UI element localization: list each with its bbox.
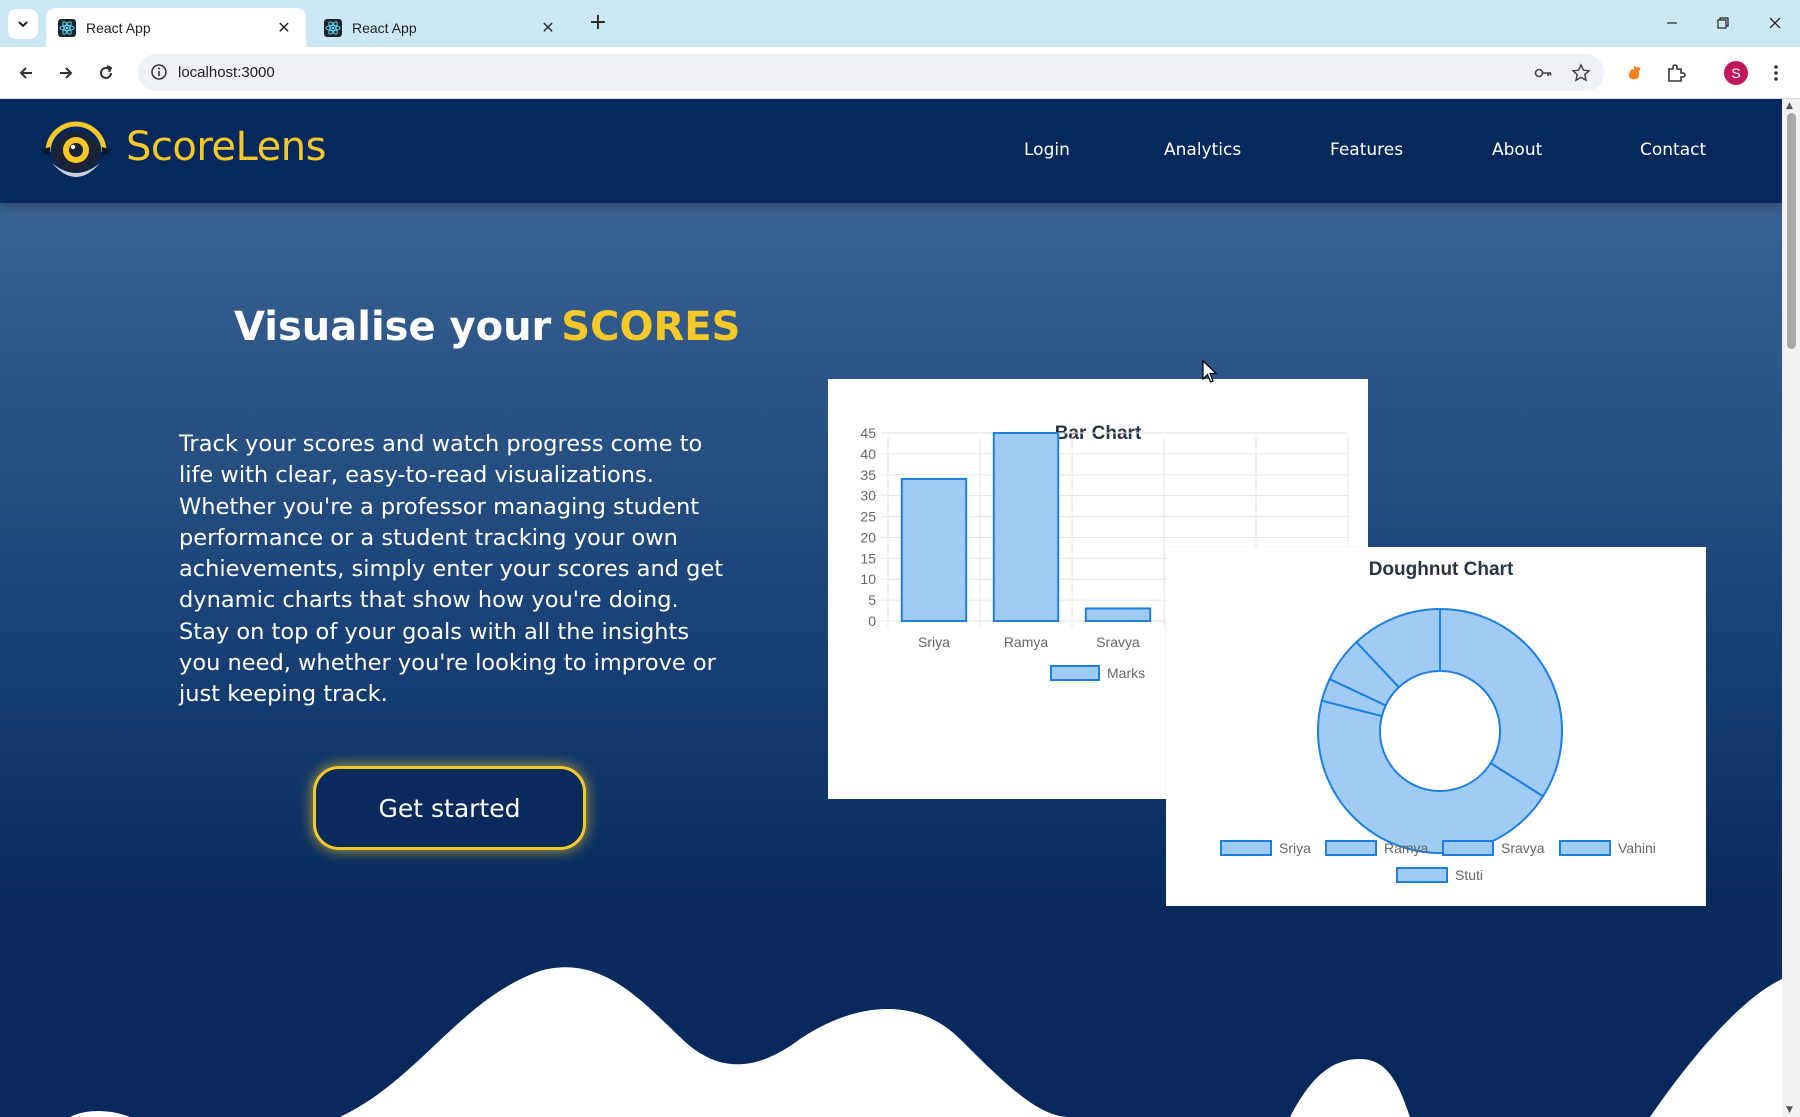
legend-label: Ramya (1384, 840, 1429, 856)
reload-button[interactable] (92, 59, 120, 87)
nav-link-login[interactable]: Login (1024, 140, 1070, 160)
chevron-down-icon (18, 21, 28, 28)
reload-icon (100, 65, 113, 79)
bar (900, 477, 968, 623)
x-tick-label: Ramya (1004, 634, 1049, 650)
puzzle-piece-icon (1668, 64, 1686, 82)
legend-swatch (1442, 840, 1494, 856)
brand-name[interactable]: ScoreLens (126, 124, 326, 170)
browser-tab-bar: React App ✕ React App ✕ + (0, 0, 1800, 47)
legend-label: Vahini (1618, 840, 1656, 856)
arrow-left-icon (19, 67, 32, 79)
hero-title: Visualise your SCORES (234, 304, 740, 350)
mouse-pointer-icon (1202, 360, 1218, 383)
profile-avatar[interactable]: S (1722, 59, 1750, 87)
y-tick-label: 30 (860, 488, 876, 504)
hero-description: Track your scores and watch progress com… (179, 431, 724, 708)
forward-button[interactable] (52, 59, 80, 87)
scorelens-logo-icon[interactable] (38, 119, 114, 185)
browser-toolbar: localhost:3000 S (0, 47, 1800, 99)
minimize-icon (1667, 22, 1677, 24)
tab-title: React App (86, 19, 151, 36)
react-favicon-icon (58, 18, 76, 37)
tab-react-app[interactable]: React App ✕ (312, 8, 570, 47)
doughnut-chart-card: Doughnut Chart Sriya Ramya Sravya Vahini Stut… (1166, 547, 1706, 906)
get-started-button[interactable]: Get started (313, 766, 586, 850)
restore-button[interactable] (1700, 8, 1746, 38)
legend-label: Stuti (1455, 867, 1483, 883)
chart-title: Doughnut Chart (1369, 559, 1514, 580)
extension-button[interactable] (1620, 59, 1648, 87)
hero-title-accent: SCORES (561, 304, 741, 350)
y-tick-label: 35 (860, 467, 876, 483)
legend-label: Sriya (1279, 840, 1311, 856)
hero-title-prefix: Visualise your (234, 304, 552, 350)
address-bar[interactable]: localhost:3000 (138, 54, 1604, 91)
y-tick-label: 20 (860, 529, 876, 545)
tab-search-button[interactable] (8, 9, 38, 39)
bar (992, 432, 1060, 622)
tab-react-app-active[interactable]: React App ✕ (46, 8, 306, 47)
legend-swatch (1050, 665, 1100, 681)
x-tick-label: Sriya (918, 634, 950, 650)
y-tick-label: 25 (860, 509, 876, 525)
bookmark-star-icon[interactable] (1570, 62, 1592, 84)
scrollbar-thumb[interactable] (1787, 113, 1796, 349)
arrow-right-icon (60, 67, 73, 79)
decorative-waves (0, 967, 1782, 1117)
nav-link-contact[interactable]: Contact (1640, 140, 1706, 160)
nav-link-analytics[interactable]: Analytics (1164, 140, 1241, 160)
y-tick-label: 5 (868, 592, 876, 608)
url-text: localhost:3000 (178, 64, 275, 81)
new-tab-button[interactable]: + (584, 10, 612, 38)
close-tab-icon[interactable]: ✕ (274, 18, 294, 38)
browser-menu-button[interactable] (1762, 59, 1790, 87)
restore-icon (1717, 17, 1729, 29)
bar (1084, 607, 1152, 622)
y-tick-label: 45 (860, 425, 876, 441)
legend-swatch (1396, 867, 1448, 883)
doughnut-slice (1439, 607, 1563, 798)
legend-swatch (1559, 840, 1611, 856)
close-tab-icon[interactable]: ✕ (538, 18, 558, 38)
legend-swatch (1325, 840, 1377, 856)
extension-flame-icon (1628, 65, 1640, 80)
y-tick-label: 15 (860, 550, 876, 566)
react-favicon-icon (324, 18, 342, 37)
password-key-icon[interactable] (1532, 62, 1554, 84)
doughnut-chart: Doughnut Chart Sriya Ramya Sravya Vahini Stut… (1220, 559, 1656, 883)
minimize-button[interactable] (1649, 8, 1695, 38)
y-tick-label: 0 (868, 613, 876, 629)
extensions-menu-button[interactable] (1662, 59, 1690, 87)
y-tick-label: 10 (860, 571, 876, 587)
close-window-button[interactable] (1752, 8, 1798, 38)
back-button[interactable] (12, 59, 40, 87)
nav-link-features[interactable]: Features (1330, 140, 1403, 160)
tab-title: React App (352, 19, 417, 36)
site-info-icon[interactable] (150, 63, 168, 81)
scroll-down-arrow-icon[interactable]: ▼ (1786, 1105, 1793, 1115)
kebab-menu-icon (1774, 65, 1778, 81)
legend-label: Marks (1107, 665, 1145, 681)
profile-initial: S (1724, 61, 1748, 85)
x-tick-label: Sravya (1096, 634, 1140, 650)
page-viewport: ScoreLens Login Analytics Features About… (0, 99, 1782, 1117)
legend-label: Sravya (1501, 840, 1545, 856)
site-navbar: ScoreLens Login Analytics Features About… (0, 99, 1782, 203)
legend-swatch (1220, 840, 1272, 856)
scroll-up-arrow-icon[interactable]: ▲ (1786, 101, 1793, 111)
nav-link-about[interactable]: About (1492, 140, 1542, 160)
close-icon (1769, 17, 1781, 29)
y-tick-label: 40 (860, 446, 876, 462)
page-scrollbar[interactable]: ▲ ▼ (1782, 99, 1800, 1117)
